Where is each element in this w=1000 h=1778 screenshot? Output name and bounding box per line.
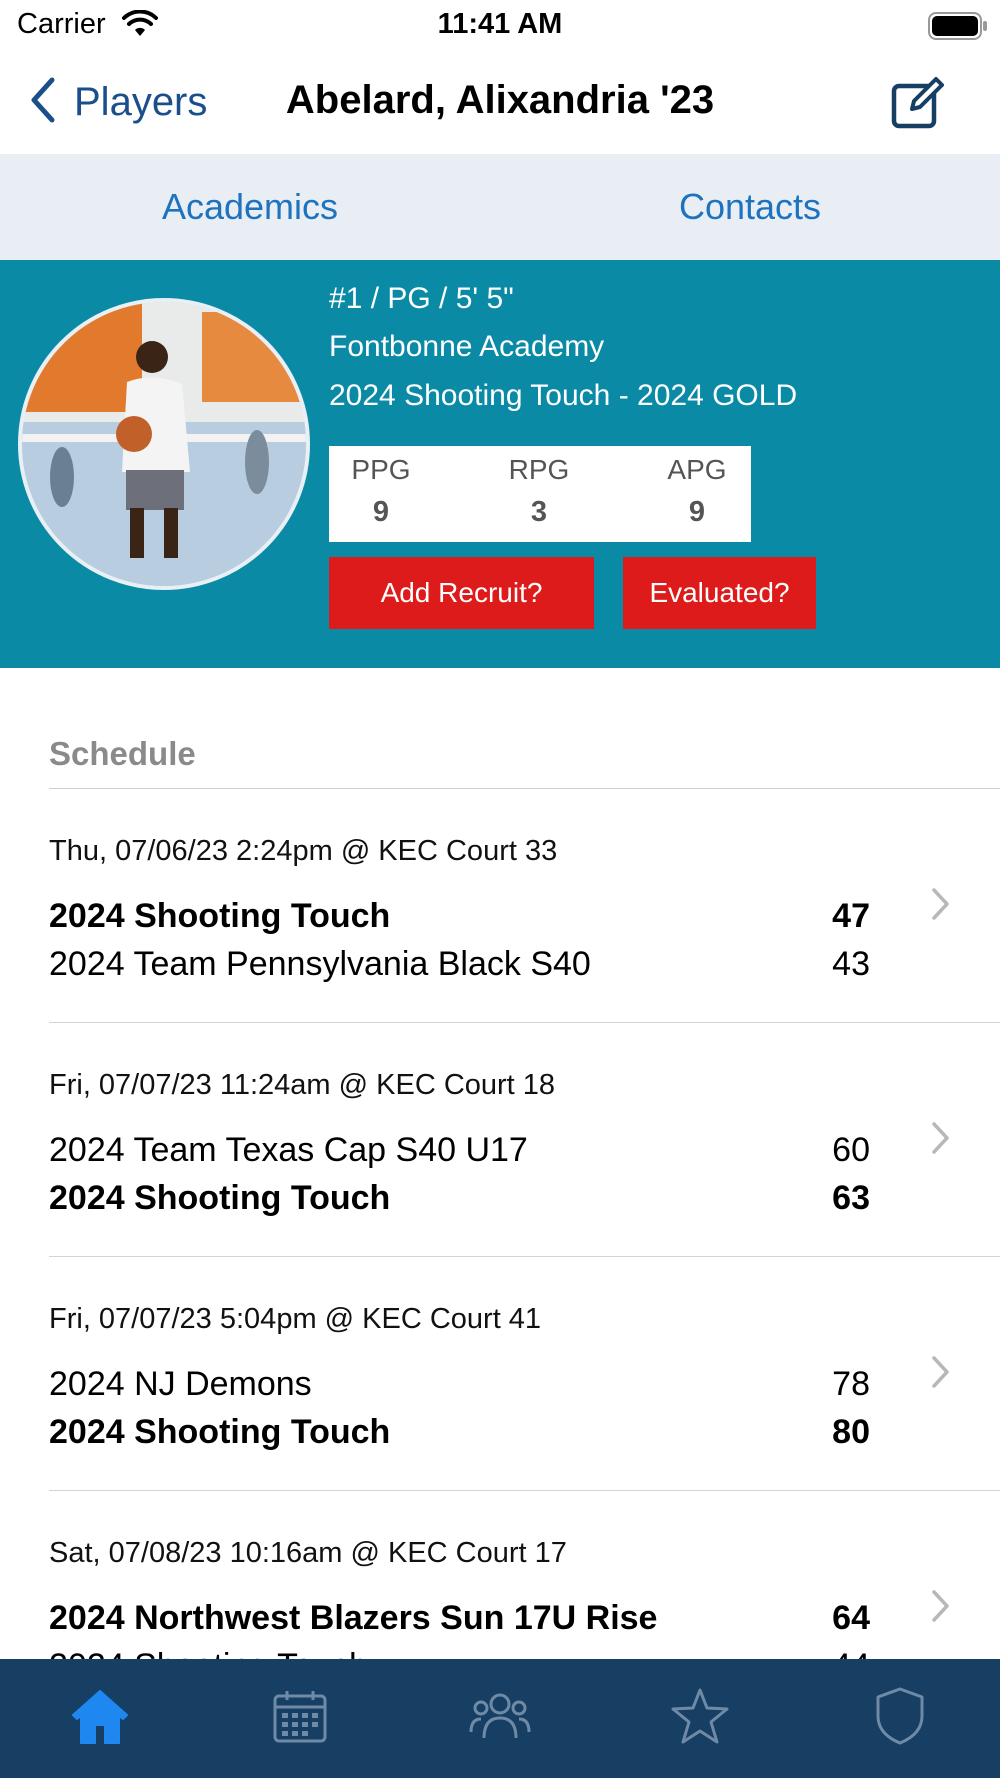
game-team1: 2024 Shooting Touch xyxy=(49,897,391,935)
game-team1: 2024 Team Texas Cap S40 U17 xyxy=(49,1131,528,1169)
battery-icon xyxy=(928,12,988,45)
navigation-bar: Players Abelard, Alixandria '23 xyxy=(0,52,1000,154)
tab-favorites[interactable] xyxy=(600,1659,800,1778)
game-score1: 60 xyxy=(832,1131,870,1169)
stat-value: 9 xyxy=(372,496,390,528)
stat-label: RPG xyxy=(508,454,570,485)
tab-bar xyxy=(0,1659,1000,1778)
game-score2: 44 xyxy=(760,1647,870,1659)
stat-value: 3 xyxy=(530,496,548,528)
compose-icon xyxy=(890,77,944,134)
calendar-icon xyxy=(272,1688,328,1749)
game-date-location: Thu, 07/06/23 2:24pm @ KEC Court 33 xyxy=(49,835,558,867)
tab-security[interactable] xyxy=(800,1659,1000,1778)
game-score2: 63 xyxy=(832,1179,870,1217)
shield-icon xyxy=(874,1686,926,1751)
stat-label: APG xyxy=(667,454,727,485)
game-date-location: Fri, 07/07/23 5:04pm @ KEC Court 41 xyxy=(49,1303,542,1335)
stat-value: 9 xyxy=(688,496,706,528)
page-title: Abelard, Alixandria '23 xyxy=(285,78,715,122)
game-team2: 2024 Shooting Touch xyxy=(49,1413,391,1451)
tab-home[interactable] xyxy=(0,1659,200,1778)
home-icon xyxy=(69,1687,131,1750)
chevron-right-icon xyxy=(930,1589,950,1628)
stat-apg: APG 9 xyxy=(627,446,767,529)
schedule-header: Schedule xyxy=(49,735,196,772)
people-icon xyxy=(469,1690,531,1747)
game-row[interactable]: Thu, 07/06/23 2:24pm @ KEC Court 33 2024… xyxy=(0,789,1000,1023)
player-profile-card: #1 / PG / 5' 5" Fontbonne Academy 2024 S… xyxy=(0,260,1000,668)
game-row[interactable]: Fri, 07/07/23 5:04pm @ KEC Court 41 2024… xyxy=(0,1257,1000,1491)
player-school: Fontbonne Academy xyxy=(329,330,605,363)
game-score2: 43 xyxy=(832,945,870,983)
game-team2: 2024 Shooting Touch xyxy=(49,1647,368,1659)
stat-ppg: PPG 9 xyxy=(311,446,451,529)
game-score1: 47 xyxy=(832,897,870,935)
chevron-right-icon xyxy=(930,1121,950,1160)
game-score1: 78 xyxy=(832,1365,870,1403)
game-team1: 2024 Northwest Blazers Sun 17U Rise xyxy=(49,1599,658,1637)
stat-rpg: RPG 3 xyxy=(469,446,609,529)
schedule-list[interactable]: Thu, 07/06/23 2:24pm @ KEC Court 33 2024… xyxy=(0,789,1000,1659)
player-stats: PPG 9 RPG 3 APG 9 xyxy=(329,446,751,542)
player-avatar xyxy=(18,298,310,590)
status-time: 11:41 AM xyxy=(437,8,563,40)
chevron-right-icon xyxy=(930,887,950,926)
game-team2: 2024 Team Pennsylvania Black S40 xyxy=(49,945,591,983)
chevron-right-icon xyxy=(930,1355,950,1394)
game-date-location: Sat, 07/08/23 10:16am @ KEC Court 17 xyxy=(49,1537,567,1569)
tab-academics[interactable]: Academics xyxy=(0,154,500,260)
status-bar: Carrier 11:41 AM xyxy=(0,0,1000,52)
star-icon xyxy=(670,1687,730,1750)
game-team1: 2024 NJ Demons xyxy=(49,1365,312,1403)
player-number-position-height: #1 / PG / 5' 5" xyxy=(329,282,514,315)
game-team2: 2024 Shooting Touch xyxy=(49,1179,391,1217)
tab-contacts[interactable]: Contacts xyxy=(500,154,1000,260)
segment-bar: Academics Contacts xyxy=(0,154,1000,260)
stat-label: PPG xyxy=(351,454,411,485)
game-score2: 80 xyxy=(832,1413,870,1451)
edit-button[interactable] xyxy=(890,76,944,135)
tab-players[interactable] xyxy=(400,1659,600,1778)
game-date-location: Fri, 07/07/23 11:24am @ KEC Court 18 xyxy=(49,1069,556,1101)
tab-calendar[interactable] xyxy=(200,1659,400,1778)
game-row[interactable]: Sat, 07/08/23 10:16am @ KEC Court 17 202… xyxy=(0,1491,1000,1659)
game-row[interactable]: Fri, 07/07/23 11:24am @ KEC Court 18 202… xyxy=(0,1023,1000,1257)
player-team: 2024 Shooting Touch - 2024 GOLD xyxy=(329,379,798,412)
add-recruit-button[interactable]: Add Recruit? xyxy=(329,557,594,629)
evaluated-button[interactable]: Evaluated? xyxy=(623,557,816,629)
game-score1: 64 xyxy=(832,1599,870,1637)
